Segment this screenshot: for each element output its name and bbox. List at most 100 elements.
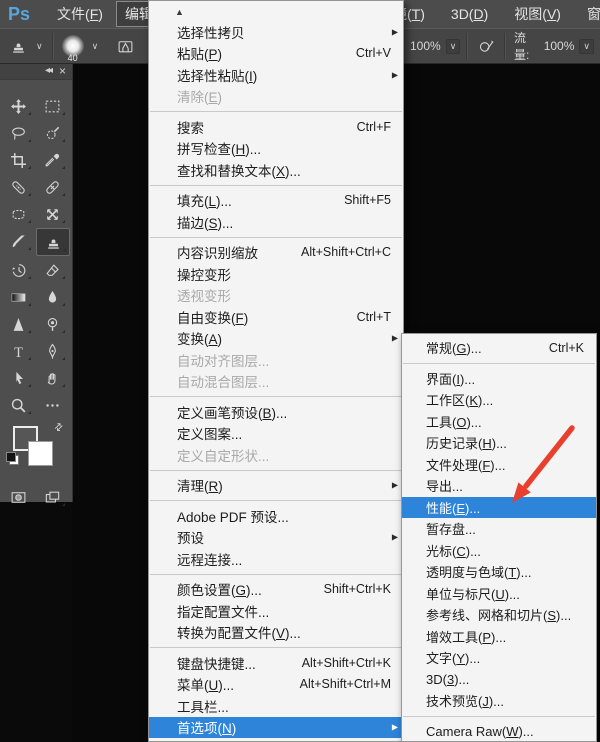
- move-tool[interactable]: [2, 93, 34, 119]
- submenu-item[interactable]: 工具(O)...: [402, 411, 596, 433]
- menu-item-label: 首选项(N): [177, 717, 236, 737]
- submenu-item[interactable]: 参考线、网格和切片(S)...: [402, 604, 596, 626]
- menu-item[interactable]: 填充(L)...Shift+F5: [149, 190, 403, 212]
- menubar-item-file[interactable]: 文件(F): [48, 1, 112, 27]
- menu-item-label: 选择性拷贝: [177, 22, 245, 42]
- menu-item[interactable]: 操控变形: [149, 263, 403, 285]
- tool-preset-picker[interactable]: ∨: [0, 29, 52, 63]
- spot-healing-brush-tool[interactable]: [2, 174, 34, 200]
- menu-item[interactable]: 选择性粘贴(I)▶: [149, 64, 403, 86]
- move-icon: [10, 98, 27, 115]
- edit-toolbar-button[interactable]: [36, 392, 68, 418]
- submenu-item[interactable]: 工作区(K)...: [402, 389, 596, 411]
- menu-item-label: 颜色设置(G)...: [177, 579, 262, 599]
- opacity-dropdown[interactable]: 100% ∨: [402, 29, 466, 63]
- menu-item[interactable]: 选择性拷贝▶: [149, 21, 403, 43]
- submenu-item[interactable]: 导出...: [402, 475, 596, 497]
- collapse-panel-icon[interactable]: ◂◂: [45, 65, 51, 76]
- menu-item[interactable]: 工具栏...: [149, 695, 403, 717]
- crop-tool[interactable]: [2, 147, 34, 173]
- submenu-item[interactable]: 单位与标尺(U)...: [402, 583, 596, 605]
- submenu-item[interactable]: 3D(3)...: [402, 669, 596, 691]
- menu-item[interactable]: 搜索Ctrl+F: [149, 116, 403, 138]
- submenu-item[interactable]: 历史记录(H)...: [402, 432, 596, 454]
- airbrush-toggle[interactable]: [468, 29, 504, 63]
- eyedropper-tool[interactable]: [36, 147, 68, 173]
- quick-selection-tool[interactable]: [36, 120, 68, 146]
- default-colors-icon[interactable]: [6, 452, 19, 465]
- lasso-tool[interactable]: [2, 120, 34, 146]
- menu-separator: [150, 500, 402, 501]
- screen-mode-button[interactable]: [36, 484, 68, 510]
- menu-item[interactable]: 变换(A)▶: [149, 328, 403, 350]
- menu-item-label: 性能(E)...: [426, 498, 480, 517]
- menu-scroll-up-icon[interactable]: ▲: [149, 3, 403, 21]
- menu-item[interactable]: 描边(S)...: [149, 211, 403, 233]
- menu-item-label: 界面(I)...: [426, 369, 475, 388]
- submenu-item[interactable]: 界面(I)...: [402, 368, 596, 390]
- submenu-item[interactable]: Camera Raw(W)...: [402, 721, 596, 742]
- quick-mask-button[interactable]: [2, 484, 34, 510]
- dodge-tool[interactable]: [36, 311, 68, 337]
- healing-brush-tool[interactable]: [36, 174, 68, 200]
- menu-item[interactable]: 指定配置文件...: [149, 600, 403, 622]
- menu-item[interactable]: 粘贴(P)Ctrl+V: [149, 43, 403, 65]
- menubar-item-view[interactable]: 视图(V): [505, 1, 570, 27]
- hand-tool[interactable]: [36, 365, 68, 391]
- menu-item[interactable]: 定义画笔预设(B)...: [149, 401, 403, 423]
- menubar-item-window[interactable]: 窗口(W): [578, 1, 600, 27]
- patch-tool[interactable]: [2, 201, 34, 227]
- history-brush-tool[interactable]: [2, 257, 34, 283]
- sharpen-tool[interactable]: [2, 311, 34, 337]
- submenu-item[interactable]: 常规(G)...Ctrl+K: [402, 337, 596, 359]
- brush-tool[interactable]: [2, 228, 34, 254]
- menu-item[interactable]: 键盘快捷键...Alt+Shift+Ctrl+K: [149, 652, 403, 674]
- menu-item-label: 技术预览(J)...: [426, 691, 504, 710]
- submenu-item[interactable]: 技术预览(J)...: [402, 690, 596, 712]
- menu-item[interactable]: 查找和替换文本(X)...: [149, 159, 403, 181]
- menu-item[interactable]: 远程连接...: [149, 548, 403, 570]
- swap-colors-icon[interactable]: ⇄: [52, 421, 66, 435]
- menu-item-label: 工具(O)...: [426, 412, 482, 431]
- blur-tool[interactable]: [36, 284, 68, 310]
- background-color-swatch[interactable]: [28, 441, 53, 466]
- menu-item[interactable]: 内容识别缩放Alt+Shift+Ctrl+C: [149, 242, 403, 264]
- menu-item[interactable]: 定义图案...: [149, 423, 403, 445]
- submenu-item[interactable]: 文件处理(F)...: [402, 454, 596, 476]
- type-icon: T: [10, 343, 27, 360]
- menu-item-label: 定义自定形状...: [177, 445, 269, 465]
- menu-item[interactable]: 预设▶: [149, 527, 403, 549]
- menu-item[interactable]: 转换为配置文件(V)...: [149, 622, 403, 644]
- rectangular-marquee-tool[interactable]: [36, 93, 68, 119]
- submenu-item[interactable]: 暂存盘...: [402, 518, 596, 540]
- zoom-tool[interactable]: [2, 392, 34, 418]
- menu-item-label: 清除(E): [177, 86, 222, 106]
- flow-dropdown[interactable]: 100% ∨: [542, 29, 600, 63]
- close-panel-icon[interactable]: ×: [59, 64, 64, 78]
- menu-item[interactable]: Adobe PDF 预设...: [149, 505, 403, 527]
- submenu-item[interactable]: 文字(Y)...: [402, 647, 596, 669]
- eraser-tool[interactable]: [36, 257, 68, 283]
- gradient-tool[interactable]: [2, 284, 34, 310]
- submenu-item[interactable]: 透明度与色域(T)...: [402, 561, 596, 583]
- menu-item[interactable]: 菜单(U)...Alt+Shift+Ctrl+M: [149, 674, 403, 696]
- menubar-item-3d[interactable]: 3D(D): [442, 3, 497, 25]
- brush-preset-picker[interactable]: 40 ∨: [54, 29, 108, 63]
- content-aware-move-tool[interactable]: [36, 201, 68, 227]
- type-tool[interactable]: T: [2, 338, 34, 364]
- submenu-item-performance[interactable]: 性能(E)...: [402, 497, 596, 519]
- menu-item[interactable]: 清理(R)▶: [149, 475, 403, 497]
- menu-item[interactable]: 自由变换(F)Ctrl+T: [149, 306, 403, 328]
- path-selection-tool[interactable]: [2, 365, 34, 391]
- clone-stamp-tool[interactable]: [36, 228, 70, 256]
- brush-panel-toggle[interactable]: [107, 29, 143, 63]
- menu-separator: [150, 237, 402, 238]
- submenu-item[interactable]: 增效工具(P)...: [402, 626, 596, 648]
- flow-label: 流量:: [514, 29, 538, 63]
- menu-item-label: 增效工具(P)...: [426, 627, 506, 646]
- menu-item[interactable]: 拼写检查(H)...: [149, 138, 403, 160]
- pen-tool[interactable]: [36, 338, 68, 364]
- menu-item-preferences[interactable]: 首选项(N)▶: [149, 717, 403, 739]
- submenu-item[interactable]: 光标(C)...: [402, 540, 596, 562]
- menu-item[interactable]: 颜色设置(G)...Shift+Ctrl+K: [149, 579, 403, 601]
